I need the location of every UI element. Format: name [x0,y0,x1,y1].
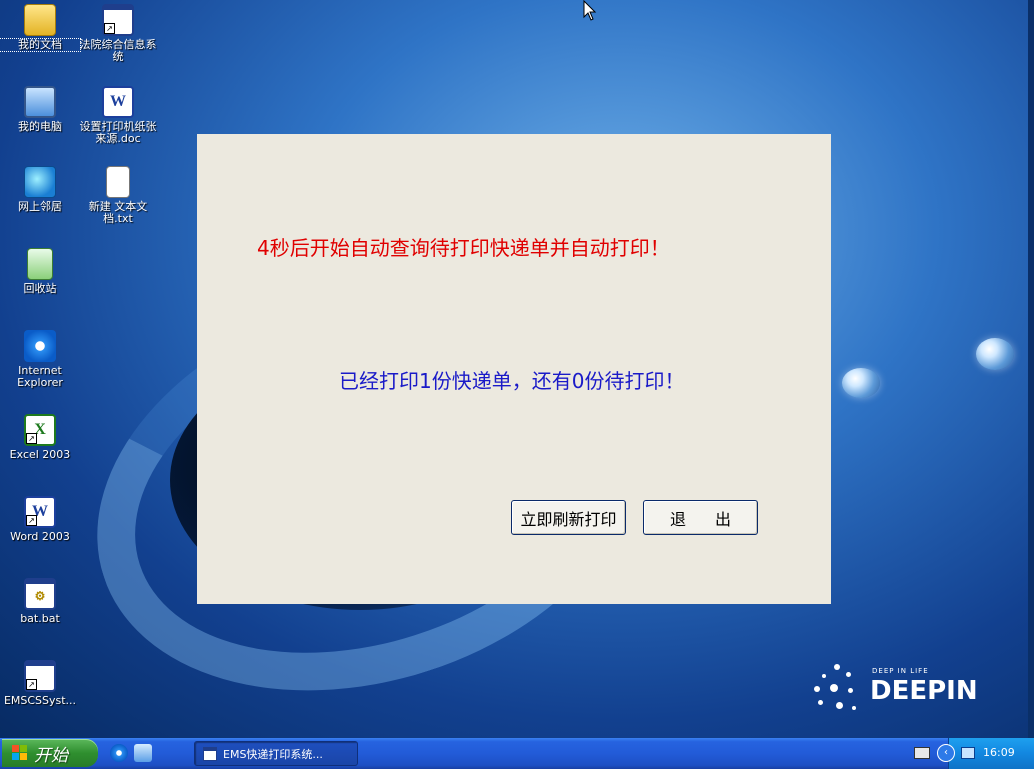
start-button[interactable]: 开始 [2,739,98,767]
keyboard-icon[interactable] [914,747,930,759]
desktop-icon-bat[interactable]: ⚙ bat.bat [0,578,80,625]
desktop-icon-label: 回收站 [23,282,57,295]
deepin-tagline: DEEP IN LIFE [872,667,929,675]
desktop-icon-court-system[interactable]: ↗ 法院综合信息系统 [78,4,158,63]
desktop-icon-recycle-bin[interactable]: 回收站 [0,248,80,295]
desktop-icon-label: 我的文档 [0,38,81,52]
desktop-icon-new-text[interactable]: 新建 文本文档.txt [78,166,158,225]
deepin-logo: DEEP IN LIFE DEEPIN [808,662,978,718]
shortcut-arrow-icon: ↗ [104,23,115,34]
water-drop [976,338,1014,370]
print-dialog: 4秒后开始自动查询待打印快递单并自动打印！ 已经打印1份快递单，还有0份待打印！… [197,134,831,604]
application-window-icon [203,746,217,761]
folder-icon [24,4,56,36]
text-file-icon [106,166,130,198]
excel-icon: X ↗ [24,414,56,446]
desktop-icon-label: 设置打印机纸张来源.doc [79,120,157,145]
shortcut-window-icon: ↗ [24,660,56,692]
desktop-icon-label: 法院综合信息系统 [79,38,157,63]
window-edge [1028,0,1034,738]
refresh-print-button[interactable]: 立即刷新打印 [511,500,626,535]
taskbar: 开始 EMS快递打印系统... ‹ 16:09 [0,738,1034,769]
internet-explorer-icon [24,330,56,362]
internet-explorer-quicklaunch-icon[interactable] [110,744,128,762]
desktop-icon-label: Excel 2003 [9,448,71,461]
tray-expand-chevron-icon[interactable]: ‹ [937,744,955,762]
exit-button[interactable]: 退 出 [643,500,758,535]
desktop-icon-printer-doc[interactable]: W 设置打印机纸张来源.doc [78,86,158,145]
system-tray: ‹ 16:09 [937,738,1034,769]
desktop-icon-label: bat.bat [20,612,60,625]
mouse-cursor-icon [583,0,597,21]
shortcut-arrow-icon: ↗ [26,433,37,444]
word-doc-icon: W [102,86,134,118]
water-drop [842,368,880,398]
taskbar-window-ems-print[interactable]: EMS快递打印系统... [194,741,358,766]
deepin-brand: DEEPIN [870,676,978,706]
desktop-icon-label: 网上邻居 [18,200,62,213]
start-label: 开始 [34,745,68,766]
desktop-icon-excel[interactable]: X ↗ Excel 2003 [0,414,80,461]
desktop-icon-internet-explorer[interactable]: Internet Explorer [0,330,80,389]
countdown-message: 4秒后开始自动查询待打印快递单并自动打印！ [257,236,670,260]
word-icon: W ↗ [24,496,56,528]
batch-file-icon: ⚙ [24,578,56,610]
shortcut-window-icon: ↗ [102,4,134,36]
windows-flag-icon [12,745,28,761]
desktop-icon-label: 我的电脑 [18,120,62,133]
clock[interactable]: 16:09 [983,746,1015,759]
desktop-icon-label: Word 2003 [10,530,70,543]
taskbar-window-label: EMS快递打印系统... [223,747,323,761]
print-status-message: 已经打印1份快递单，还有0份待打印！ [339,369,685,393]
desktop-icon-my-computer[interactable]: 我的电脑 [0,86,80,133]
desktop-icon-label: EMSCSSyst... [3,694,77,707]
show-desktop-quicklaunch-icon[interactable] [134,744,152,762]
desktop-icon-label: 新建 文本文档.txt [88,200,148,225]
shortcut-arrow-icon: ↗ [26,515,37,526]
desktop-icon-emscs[interactable]: ↗ EMSCSSyst... [0,660,80,707]
desktop-icon-my-documents[interactable]: 我的文档 [0,4,81,52]
desktop-icon-network[interactable]: 网上邻居 [0,166,80,213]
network-status-icon[interactable] [961,747,975,759]
computer-icon [24,86,56,118]
recycle-bin-icon [27,248,53,280]
desktop-icon-word[interactable]: W ↗ Word 2003 [0,496,80,543]
desktop-icon-label: Internet Explorer [17,364,63,389]
shortcut-arrow-icon: ↗ [26,679,37,690]
network-icon [24,166,56,198]
